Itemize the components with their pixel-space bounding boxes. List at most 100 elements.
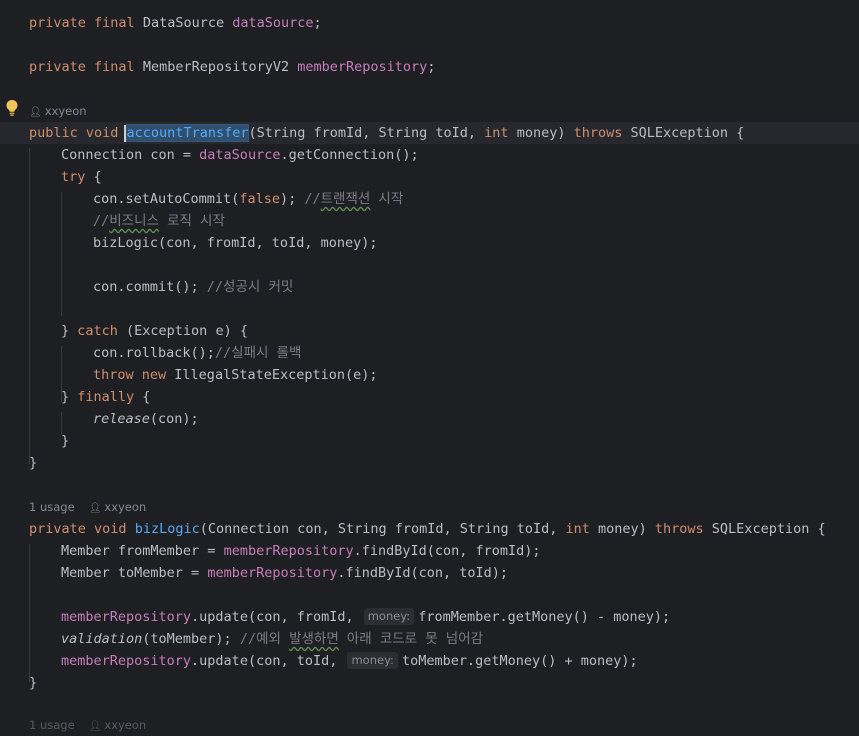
field-ref: memberRepository xyxy=(61,609,192,625)
keyword-finally: finally xyxy=(77,389,135,405)
comment-typo-word: 트랜잭션 xyxy=(320,191,371,207)
comment-typo-word: 비즈니스 xyxy=(109,213,159,229)
modifier: private final xyxy=(29,15,135,31)
code-text: Member fromMember = xyxy=(61,543,224,559)
usage-hint[interactable]: 1 usage 👤︎ xxyeon xyxy=(29,716,146,734)
code-text: con.commit(); xyxy=(93,279,207,295)
comment-text: 로직 시작 xyxy=(158,213,225,229)
keyword-int: int xyxy=(484,125,509,141)
code-line-to-member: Member toMember = memberRepository.findB… xyxy=(61,562,508,584)
code-line-throw: throw new IllegalStateException(e); xyxy=(93,364,378,386)
code-editor[interactable]: private final DataSource dataSource; pri… xyxy=(0,0,859,732)
semicolon: ; xyxy=(313,15,322,31)
method-name[interactable]: accountTransfer xyxy=(125,124,250,142)
author-name: xxyeon xyxy=(104,500,147,514)
code-line-update-from: memberRepository.update(con, fromId, mon… xyxy=(61,606,670,628)
code-line-validation: validation(toMember); //예외 발생하면 아래 코드로 못… xyxy=(61,628,483,650)
code-line-update-to: memberRepository.update(con, toId, money… xyxy=(61,650,638,672)
method-name[interactable]: bizLogic xyxy=(135,521,200,537)
code-line-account-transfer-signature: public void accountTransfer(String fromI… xyxy=(29,122,744,144)
comment-typo-word: 발생하면 xyxy=(289,631,339,647)
code-line-catch: } catch (Exception e) { xyxy=(61,320,248,342)
type: DataSource xyxy=(142,15,225,31)
comment-text: // xyxy=(93,213,110,229)
person-icon: 👤︎ xyxy=(29,107,42,118)
usage-hint[interactable]: 1 usage 👤︎ xxyeon xyxy=(29,498,146,516)
author-hint[interactable]: 👤︎ xxyeon xyxy=(29,102,87,120)
code-text: ); xyxy=(279,191,305,207)
code-line-rollback: con.rollback();//실패시 롤백 xyxy=(93,342,301,364)
keyword-catch: catch xyxy=(77,323,118,339)
field-ref: memberRepository xyxy=(61,653,192,669)
keyword-false: false xyxy=(239,191,280,207)
code-text: con.rollback(); xyxy=(93,345,215,361)
code-text: { xyxy=(134,389,151,405)
code-line-from-member: Member fromMember = memberRepository.fin… xyxy=(61,540,541,562)
parameter-hint: money: xyxy=(347,652,398,669)
static-method-call: validation xyxy=(61,631,143,647)
code-line-biz-call: bizLogic(con, fromId, toId, money); xyxy=(93,235,378,251)
keyword-try: try xyxy=(61,169,86,185)
usage-count[interactable]: 1 usage xyxy=(29,500,75,514)
person-icon: 👤︎ xyxy=(88,721,102,732)
usage-count[interactable]: 1 usage xyxy=(29,718,75,732)
keyword-int: int xyxy=(565,521,590,537)
keyword-throws: throws xyxy=(654,521,704,537)
field-name: dataSource xyxy=(232,15,314,31)
comment: //예외 발생하면 아래 코드로 못 넘어감 xyxy=(240,631,483,647)
comment-text: 아래 코드로 못 넘어감 xyxy=(338,631,484,647)
code-line-finally: } finally { xyxy=(61,386,150,408)
code-line-close-brace: } xyxy=(61,433,70,449)
author-name: xxyeon xyxy=(104,718,147,732)
code-text: Connection con = xyxy=(61,147,200,163)
comment: //실패시 롤백 xyxy=(214,345,302,361)
field-ref: memberRepository xyxy=(207,565,338,581)
comment-text: // xyxy=(304,191,321,207)
keyword-new: new xyxy=(141,367,167,383)
field-ref: dataSource xyxy=(199,147,281,163)
code-text: .update(con, fromId, xyxy=(191,609,362,625)
code-text: .getConnection(); xyxy=(280,147,419,163)
exception-type: SQLException { xyxy=(622,125,745,141)
comment-text: //예외 xyxy=(239,631,290,647)
code-text: } xyxy=(61,389,78,405)
params: money) xyxy=(589,521,655,537)
params: (String fromId, String toId, xyxy=(248,125,485,141)
text-caret xyxy=(124,125,126,142)
code-line-repository-field: private final MemberRepositoryV2 memberR… xyxy=(29,56,435,78)
keyword-throws: throws xyxy=(573,125,623,141)
params: money) xyxy=(508,125,574,141)
modifier: private final xyxy=(29,59,135,75)
code-line-release: release(con); xyxy=(93,408,199,430)
code-line-try: try { xyxy=(61,166,102,188)
type: MemberRepositoryV2 xyxy=(142,59,290,75)
lightbulb-icon[interactable] xyxy=(5,99,19,117)
keyword-throw: throw xyxy=(93,367,134,383)
static-method-call: release xyxy=(93,411,150,427)
code-text: .findById(con, fromId); xyxy=(353,543,541,559)
comment: //성공시 커밋 xyxy=(206,279,294,295)
code-text: } xyxy=(61,323,78,339)
modifier: private void xyxy=(29,521,127,537)
code-text: (toMember); xyxy=(142,631,240,647)
code-text: fromMember.getMoney() - money); xyxy=(418,609,671,625)
code-line-close-brace: } xyxy=(29,455,38,471)
code-text: Member toMember = xyxy=(61,565,208,581)
code-line-get-connection: Connection con = dataSource.getConnectio… xyxy=(61,144,419,166)
code-text: (con); xyxy=(149,411,199,427)
code-line-biz-comment: //비즈니스 로직 시작 xyxy=(93,210,225,232)
code-text: .findById(con, toId); xyxy=(337,565,509,581)
parameter-hint: money: xyxy=(363,608,415,625)
code-text: { xyxy=(85,169,102,185)
field-ref: memberRepository xyxy=(223,543,354,559)
field-name: memberRepository xyxy=(297,59,428,75)
semicolon: ; xyxy=(427,59,436,75)
code-text: .update(con, toId, xyxy=(191,653,346,669)
code-line-datasource-field: private final DataSource dataSource; xyxy=(29,12,322,34)
person-icon: 👤︎ xyxy=(88,503,102,514)
indent-guide xyxy=(29,544,30,682)
code-text: IllegalStateException(e); xyxy=(166,367,378,383)
comment-text: 시작 xyxy=(370,191,404,207)
code-text: (Exception e) { xyxy=(117,323,248,339)
code-line-bizlogic-signature: private void bizLogic(Connection con, St… xyxy=(29,518,826,540)
